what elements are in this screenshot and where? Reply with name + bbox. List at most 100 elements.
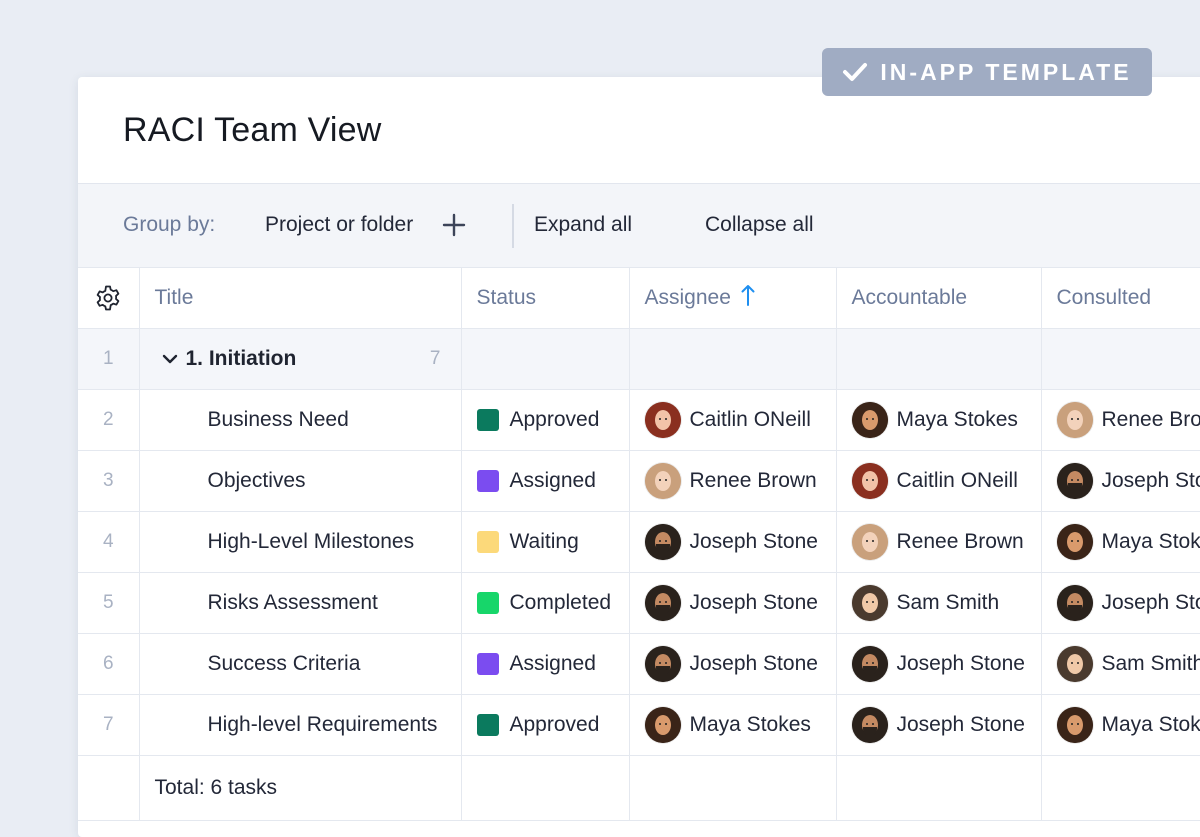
status-label: Completed bbox=[510, 591, 612, 615]
plus-icon[interactable] bbox=[441, 212, 467, 238]
total-empty-cell bbox=[1041, 756, 1200, 821]
assignee-cell[interactable]: Joseph Stone bbox=[629, 634, 836, 695]
task-title-cell[interactable]: Business Need bbox=[139, 390, 461, 451]
accountable-person[interactable]: Maya Stokes bbox=[837, 402, 1041, 438]
table-row[interactable]: 4High-Level MilestonesWaitingJoseph Ston… bbox=[78, 512, 1200, 573]
assignee-person[interactable]: Maya Stokes bbox=[630, 707, 836, 743]
consulted-cell[interactable]: Maya Stokes bbox=[1041, 512, 1200, 573]
gear-icon[interactable] bbox=[94, 286, 122, 309]
task-title[interactable]: High-Level Milestones bbox=[140, 530, 461, 554]
chevron-down-icon[interactable] bbox=[162, 347, 178, 371]
assignee-person[interactable]: Joseph Stone bbox=[630, 524, 836, 560]
assignee-person[interactable]: Joseph Stone bbox=[630, 646, 836, 682]
row-number: 4 bbox=[78, 512, 139, 573]
group-title-cell[interactable]: 1. Initiation 7 bbox=[139, 329, 461, 390]
column-header-assignee[interactable]: Assignee bbox=[629, 268, 836, 329]
avatar-eye bbox=[866, 723, 868, 725]
status-cell[interactable]: Completed bbox=[461, 573, 629, 634]
accountable-cell[interactable]: Caitlin ONeill bbox=[836, 451, 1041, 512]
task-title-cell[interactable]: Risks Assessment bbox=[139, 573, 461, 634]
task-title-cell[interactable]: High-level Requirements bbox=[139, 695, 461, 756]
consulted-cell[interactable]: Renee Brown bbox=[1041, 390, 1200, 451]
accountable-cell[interactable]: Renee Brown bbox=[836, 512, 1041, 573]
row-number: 2 bbox=[78, 390, 139, 451]
accountable-cell[interactable]: Joseph Stone bbox=[836, 695, 1041, 756]
consulted-cell[interactable]: Maya Stokes bbox=[1041, 695, 1200, 756]
collapse-all-button[interactable]: Collapse all bbox=[705, 213, 814, 237]
assignee-person[interactable]: Joseph Stone bbox=[630, 585, 836, 621]
arrow-up-icon[interactable] bbox=[741, 283, 755, 313]
accountable-person[interactable]: Joseph Stone bbox=[837, 707, 1041, 743]
assignee-cell[interactable]: Joseph Stone bbox=[629, 573, 836, 634]
consulted-person[interactable]: Joseph Stone bbox=[1042, 585, 1200, 621]
header-row: Title Status Assignee Accountable Consul… bbox=[78, 268, 1200, 329]
consulted-person[interactable]: Joseph Stone bbox=[1042, 463, 1200, 499]
column-header-accountable[interactable]: Accountable bbox=[836, 268, 1041, 329]
status-badge[interactable]: Assigned bbox=[462, 469, 629, 493]
row-number: 1 bbox=[78, 329, 139, 390]
consulted-person[interactable]: Renee Brown bbox=[1042, 402, 1200, 438]
avatar-face bbox=[655, 715, 671, 735]
consulted-person[interactable]: Sam Smith bbox=[1042, 646, 1200, 682]
avatar bbox=[852, 524, 888, 560]
status-badge[interactable]: Waiting bbox=[462, 530, 629, 554]
assignee-cell[interactable]: Maya Stokes bbox=[629, 695, 836, 756]
column-header-status[interactable]: Status bbox=[461, 268, 629, 329]
status-cell[interactable]: Approved bbox=[461, 390, 629, 451]
task-title-cell[interactable]: Objectives bbox=[139, 451, 461, 512]
table-row[interactable]: 2Business NeedApprovedCaitlin ONeillMaya… bbox=[78, 390, 1200, 451]
table-row[interactable]: 5Risks AssessmentCompletedJoseph StoneSa… bbox=[78, 573, 1200, 634]
accountable-person[interactable]: Caitlin ONeill bbox=[837, 463, 1041, 499]
settings-header-cell[interactable] bbox=[78, 268, 139, 329]
group-by-select[interactable]: Project or folder bbox=[265, 213, 413, 237]
assignee-name: Joseph Stone bbox=[690, 652, 818, 676]
accountable-person[interactable]: Renee Brown bbox=[837, 524, 1041, 560]
accountable-cell[interactable]: Maya Stokes bbox=[836, 390, 1041, 451]
accountable-person[interactable]: Sam Smith bbox=[837, 585, 1041, 621]
status-cell[interactable]: Assigned bbox=[461, 451, 629, 512]
task-title-cell[interactable]: Success Criteria bbox=[139, 634, 461, 695]
status-cell[interactable]: Approved bbox=[461, 695, 629, 756]
assignee-cell[interactable]: Renee Brown bbox=[629, 451, 836, 512]
row-number: 3 bbox=[78, 451, 139, 512]
avatar bbox=[1057, 646, 1093, 682]
status-badge[interactable]: Approved bbox=[462, 408, 629, 432]
task-title[interactable]: High-level Requirements bbox=[140, 713, 461, 737]
assignee-cell[interactable]: Joseph Stone bbox=[629, 512, 836, 573]
consulted-person[interactable]: Maya Stokes bbox=[1042, 707, 1200, 743]
expand-all-button[interactable]: Expand all bbox=[534, 213, 632, 237]
task-title[interactable]: Business Need bbox=[140, 408, 461, 432]
avatar-eye bbox=[872, 723, 874, 725]
status-badge[interactable]: Assigned bbox=[462, 652, 629, 676]
task-title[interactable]: Success Criteria bbox=[140, 652, 461, 676]
status-cell[interactable]: Waiting bbox=[461, 512, 629, 573]
status-cell[interactable]: Assigned bbox=[461, 634, 629, 695]
accountable-person[interactable]: Joseph Stone bbox=[837, 646, 1041, 682]
assignee-cell[interactable]: Caitlin ONeill bbox=[629, 390, 836, 451]
consulted-cell[interactable]: Sam Smith bbox=[1041, 634, 1200, 695]
column-header-title[interactable]: Title bbox=[139, 268, 461, 329]
task-title[interactable]: Objectives bbox=[140, 469, 461, 493]
task-title[interactable]: Risks Assessment bbox=[140, 591, 461, 615]
table-row[interactable]: 6Success CriteriaAssignedJoseph StoneJos… bbox=[78, 634, 1200, 695]
status-badge[interactable]: Completed bbox=[462, 591, 629, 615]
table-row[interactable]: 3ObjectivesAssignedRenee BrownCaitlin ON… bbox=[78, 451, 1200, 512]
avatar-eye bbox=[659, 540, 661, 542]
table-row[interactable]: 7High-level RequirementsApprovedMaya Sto… bbox=[78, 695, 1200, 756]
column-header-consulted[interactable]: Consulted bbox=[1041, 268, 1200, 329]
consulted-cell[interactable]: Joseph Stone bbox=[1041, 573, 1200, 634]
badge-label: IN-APP TEMPLATE bbox=[880, 59, 1131, 86]
accountable-cell[interactable]: Sam Smith bbox=[836, 573, 1041, 634]
avatar-eye bbox=[1071, 540, 1073, 542]
group-row[interactable]: 1 1. Initiation 7 bbox=[78, 329, 1200, 390]
avatar bbox=[645, 524, 681, 560]
assignee-person[interactable]: Renee Brown bbox=[630, 463, 836, 499]
accountable-cell[interactable]: Joseph Stone bbox=[836, 634, 1041, 695]
consulted-cell[interactable]: Joseph Stone bbox=[1041, 451, 1200, 512]
total-cell: Total: 6 tasks bbox=[139, 756, 461, 821]
consulted-person[interactable]: Maya Stokes bbox=[1042, 524, 1200, 560]
status-badge[interactable]: Approved bbox=[462, 713, 629, 737]
assignee-person[interactable]: Caitlin ONeill bbox=[630, 402, 836, 438]
assignee-name: Maya Stokes bbox=[690, 713, 811, 737]
task-title-cell[interactable]: High-Level Milestones bbox=[139, 512, 461, 573]
